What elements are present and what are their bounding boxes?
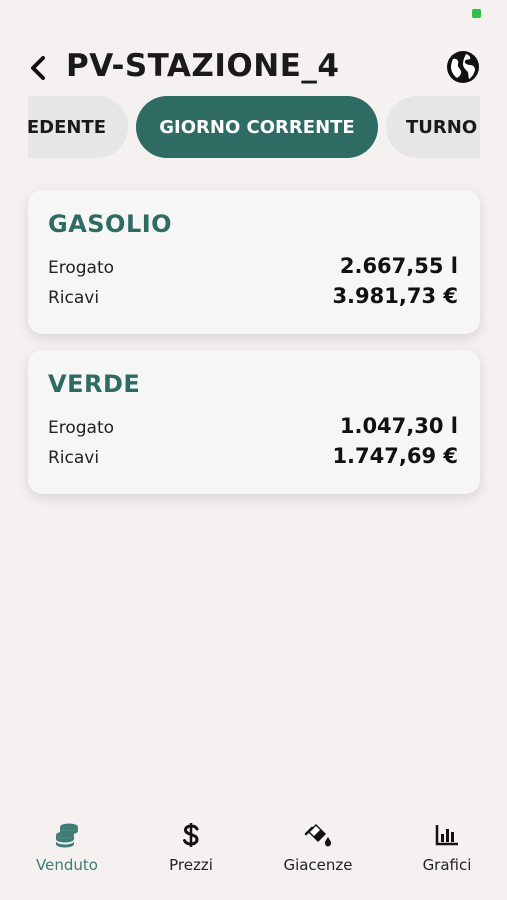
paint-bucket-icon xyxy=(304,824,331,847)
header: PV-STAZIONE_4 xyxy=(0,40,507,92)
chevron-left-icon xyxy=(31,56,45,80)
card-row-erogato: Erogato 1.047,30 l xyxy=(48,414,458,442)
tab-previous[interactable]: EDENTE xyxy=(28,96,128,158)
page-title: PV-STAZIONE_4 xyxy=(66,48,340,84)
card-row-ricavi: Ricavi 3.981,73 € xyxy=(48,284,458,312)
row-value: 1.747,69 € xyxy=(332,444,458,468)
card-row-erogato: Erogato 2.667,55 l xyxy=(48,254,458,282)
tab-label: TURNO xyxy=(406,116,478,138)
tab-current-day[interactable]: GIORNO CORRENTE xyxy=(136,96,378,158)
row-label: Erogato xyxy=(48,258,115,278)
row-value: 3.981,73 € xyxy=(332,284,458,308)
card-row-ricavi: Ricavi 1.747,69 € xyxy=(48,444,458,472)
row-label: Ricavi xyxy=(48,288,100,308)
fuel-card-gasolio: GASOLIO Erogato 2.667,55 l Ricavi 3.981,… xyxy=(28,190,480,334)
nav-label: Giacenze xyxy=(283,856,353,874)
nav-label: Prezzi xyxy=(169,856,213,874)
globe-icon xyxy=(447,51,479,83)
bar-chart-icon xyxy=(435,825,458,846)
tab-label: EDENTE xyxy=(28,116,106,138)
globe-button[interactable] xyxy=(444,48,482,86)
row-label: Erogato xyxy=(48,418,115,438)
fuel-card-verde: VERDE Erogato 1.047,30 l Ricavi 1.747,69… xyxy=(28,350,480,494)
nav-prezzi[interactable]: Prezzi xyxy=(131,820,251,884)
nav-venduto[interactable]: Venduto xyxy=(7,820,127,884)
coins-icon xyxy=(56,823,78,848)
tab-label: GIORNO CORRENTE xyxy=(159,116,355,138)
fuel-name: VERDE xyxy=(48,370,141,398)
tab-shift[interactable]: TURNO xyxy=(386,96,480,158)
fuel-name: GASOLIO xyxy=(48,210,173,238)
back-button[interactable] xyxy=(22,52,54,84)
row-label: Ricavi xyxy=(48,448,100,468)
nav-giacenze[interactable]: Giacenze xyxy=(258,820,378,884)
row-value: 1.047,30 l xyxy=(339,414,458,438)
nav-label: Grafici xyxy=(422,856,472,874)
row-value: 2.667,55 l xyxy=(339,254,458,278)
bottom-navigation: Venduto Prezzi Giacenze Grafici xyxy=(0,820,507,890)
nav-label: Venduto xyxy=(36,856,98,874)
status-indicator xyxy=(472,9,481,18)
nav-grafici[interactable]: Grafici xyxy=(387,820,507,884)
dollar-icon xyxy=(183,823,199,847)
period-tabs: EDENTE GIORNO CORRENTE TURNO xyxy=(28,96,480,158)
